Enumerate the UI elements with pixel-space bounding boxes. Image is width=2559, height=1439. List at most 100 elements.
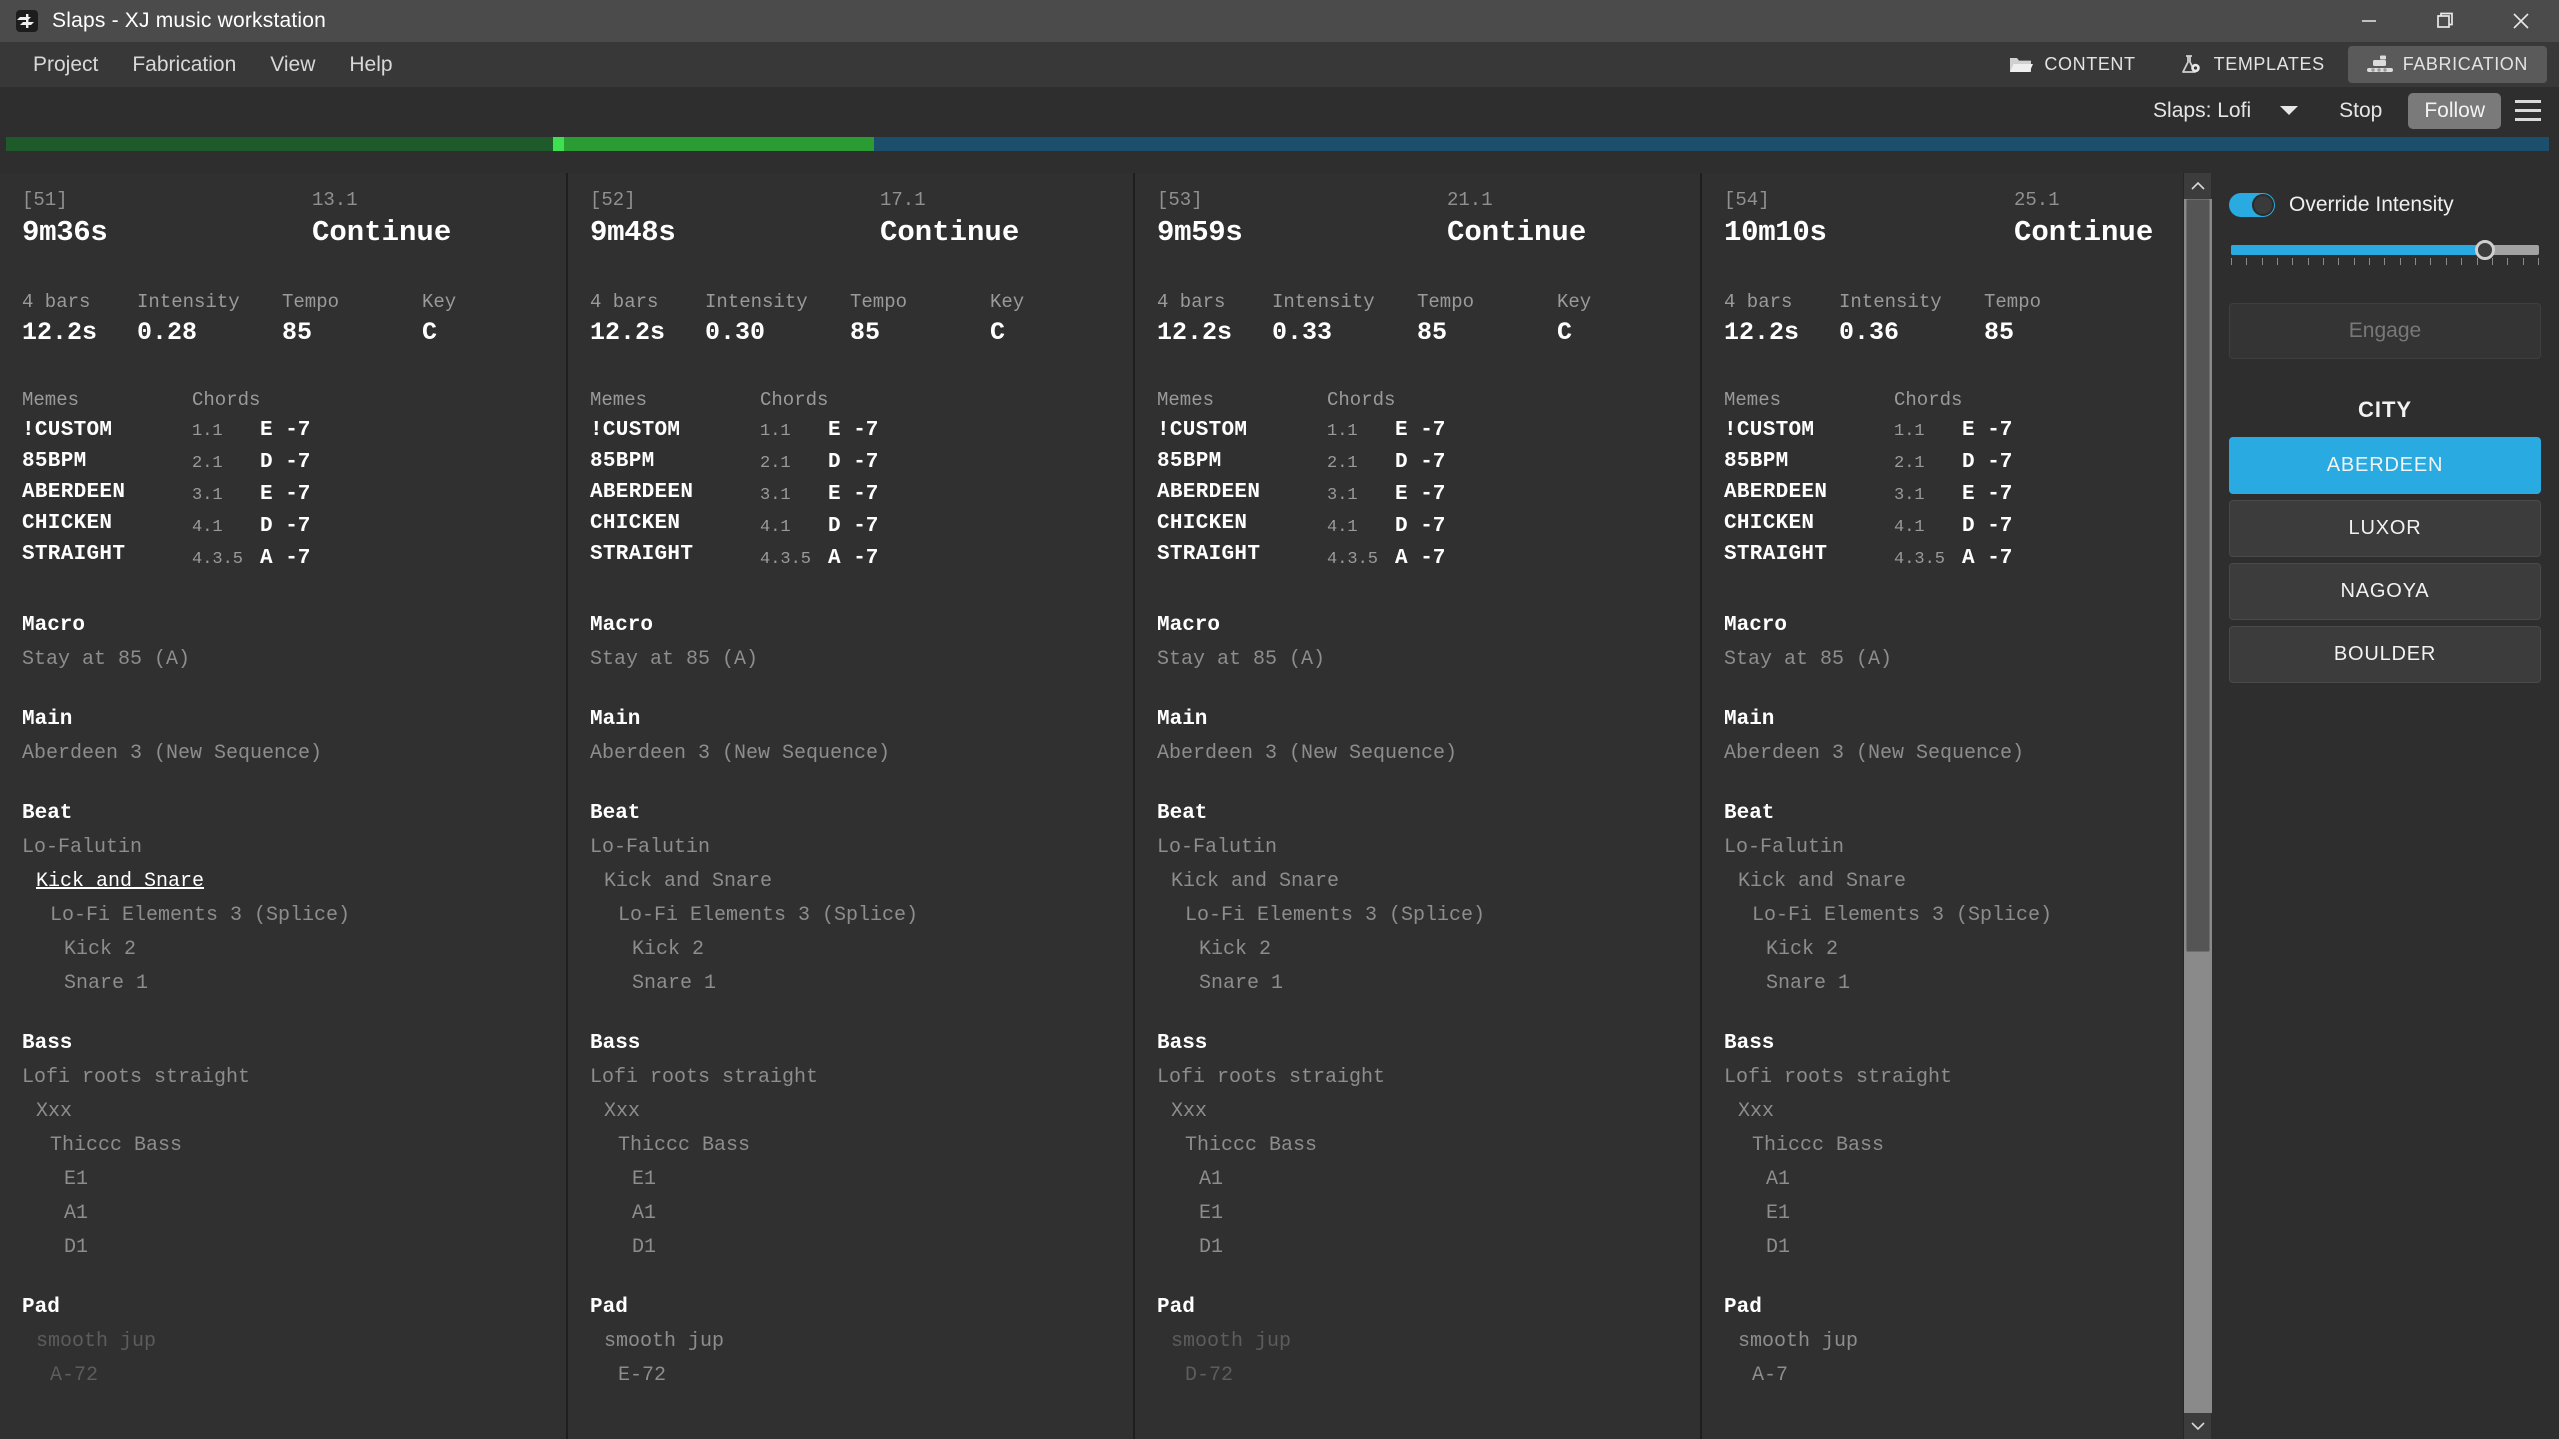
section-line[interactable]: Xxx: [1157, 1095, 1678, 1129]
chevron-down-icon[interactable]: [2184, 1413, 2212, 1439]
meme-item[interactable]: ABERDEEN: [1157, 477, 1327, 508]
timeline-segment-3[interactable]: [874, 137, 2549, 151]
scrollbar-thumb[interactable]: [2186, 199, 2210, 952]
section-line[interactable]: A1: [590, 1197, 1111, 1231]
meme-item[interactable]: !CUSTOM: [1157, 415, 1327, 446]
section-line[interactable]: D-72: [1157, 1359, 1678, 1393]
scrollbar-track[interactable]: [2184, 199, 2212, 1413]
intensity-slider[interactable]: [2229, 237, 2541, 271]
meme-item[interactable]: STRAIGHT: [22, 539, 192, 570]
project-selector-label[interactable]: Slaps: Lofi: [2153, 99, 2251, 123]
segment-card[interactable]: [54] 10m10s 25.1 Continue 4 bars 12.2s I…: [1701, 173, 2183, 1439]
section-line[interactable]: A-7: [1724, 1359, 2183, 1393]
city-button-nagoya[interactable]: NAGOYA: [2229, 563, 2541, 620]
vertical-scrollbar[interactable]: [2183, 173, 2212, 1439]
timeline-segment-2[interactable]: [564, 137, 875, 151]
meme-item[interactable]: 85BPM: [1724, 446, 1894, 477]
section-line[interactable]: D1: [22, 1231, 544, 1265]
section-line[interactable]: Stay at 85 (A): [22, 643, 544, 677]
section-line[interactable]: Lofi roots straight: [590, 1061, 1111, 1095]
meme-item[interactable]: !CUSTOM: [590, 415, 760, 446]
section-line[interactable]: Stay at 85 (A): [590, 643, 1111, 677]
section-line[interactable]: E1: [22, 1163, 544, 1197]
section-line[interactable]: Kick and Snare: [590, 865, 1111, 899]
section-line[interactable]: Xxx: [590, 1095, 1111, 1129]
tab-templates[interactable]: TEMPLATES: [2159, 46, 2344, 83]
menu-help[interactable]: Help: [332, 42, 409, 87]
meme-item[interactable]: CHICKEN: [22, 508, 192, 539]
section-line[interactable]: Lo-Falutin: [22, 831, 544, 865]
meme-item[interactable]: STRAIGHT: [1724, 539, 1894, 570]
section-line[interactable]: Kick 2: [1157, 933, 1678, 967]
section-line[interactable]: Thiccc Bass: [22, 1129, 544, 1163]
meme-item[interactable]: STRAIGHT: [590, 539, 760, 570]
city-button-boulder[interactable]: BOULDER: [2229, 626, 2541, 683]
follow-button[interactable]: Follow: [2408, 92, 2501, 129]
section-line[interactable]: A1: [1724, 1163, 2183, 1197]
section-line[interactable]: Lo-Falutin: [590, 831, 1111, 865]
section-line[interactable]: Lo-Fi Elements 3 (Splice): [22, 899, 544, 933]
section-line[interactable]: Lo-Fi Elements 3 (Splice): [1157, 899, 1678, 933]
section-line[interactable]: Lofi roots straight: [22, 1061, 544, 1095]
section-line[interactable]: Snare 1: [1724, 967, 2183, 1001]
section-line[interactable]: Stay at 85 (A): [1157, 643, 1678, 677]
override-intensity-toggle[interactable]: [2229, 193, 2275, 217]
meme-item[interactable]: STRAIGHT: [1157, 539, 1327, 570]
hamburger-icon[interactable]: [2507, 90, 2549, 132]
section-line[interactable]: Kick 2: [1724, 933, 2183, 967]
section-line[interactable]: E1: [1724, 1197, 2183, 1231]
chevron-up-icon[interactable]: [2184, 173, 2212, 199]
section-line[interactable]: Snare 1: [590, 967, 1111, 1001]
timeline-segment-1[interactable]: [552, 137, 565, 151]
section-line[interactable]: Snare 1: [22, 967, 544, 1001]
timeline-segment-0[interactable]: [6, 137, 553, 151]
engage-button[interactable]: Engage: [2229, 303, 2541, 359]
chevron-down-icon[interactable]: [2269, 93, 2309, 129]
section-line[interactable]: E1: [1157, 1197, 1678, 1231]
section-line[interactable]: Thiccc Bass: [1157, 1129, 1678, 1163]
section-line[interactable]: Aberdeen 3 (New Sequence): [590, 737, 1111, 771]
section-line[interactable]: Aberdeen 3 (New Sequence): [1724, 737, 2183, 771]
close-icon[interactable]: [2483, 0, 2559, 42]
meme-item[interactable]: ABERDEEN: [590, 477, 760, 508]
city-button-luxor[interactable]: LUXOR: [2229, 500, 2541, 557]
segment-card[interactable]: [51] 9m36s 13.1 Continue 4 bars 12.2s In…: [0, 173, 567, 1439]
section-line[interactable]: D1: [1724, 1231, 2183, 1265]
section-line[interactable]: Lo-Falutin: [1724, 831, 2183, 865]
section-line[interactable]: Thiccc Bass: [1724, 1129, 2183, 1163]
menu-fabrication[interactable]: Fabrication: [115, 42, 253, 87]
meme-item[interactable]: ABERDEEN: [22, 477, 192, 508]
slider-knob[interactable]: [2474, 240, 2495, 260]
section-line[interactable]: E1: [590, 1163, 1111, 1197]
menu-view[interactable]: View: [253, 42, 332, 87]
menu-project[interactable]: Project: [16, 42, 115, 87]
meme-item[interactable]: 85BPM: [590, 446, 760, 477]
section-line[interactable]: Lo-Fi Elements 3 (Splice): [1724, 899, 2183, 933]
meme-item[interactable]: 85BPM: [22, 446, 192, 477]
city-button-aberdeen[interactable]: ABERDEEN: [2229, 437, 2541, 494]
section-line[interactable]: A-72: [22, 1359, 544, 1393]
tab-fabrication[interactable]: FABRICATION: [2347, 46, 2547, 83]
section-line[interactable]: Kick and Snare: [1157, 865, 1678, 899]
minimize-icon[interactable]: [2331, 0, 2407, 42]
section-line[interactable]: Aberdeen 3 (New Sequence): [22, 737, 544, 771]
section-line[interactable]: Lo-Fi Elements 3 (Splice): [590, 899, 1111, 933]
tab-content[interactable]: CONTENT: [1989, 46, 2154, 83]
meme-item[interactable]: CHICKEN: [1724, 508, 1894, 539]
section-line[interactable]: Xxx: [1724, 1095, 2183, 1129]
section-line[interactable]: D1: [1157, 1231, 1678, 1265]
section-line[interactable]: A1: [22, 1197, 544, 1231]
section-line[interactable]: Lofi roots straight: [1724, 1061, 2183, 1095]
section-line[interactable]: smooth jup: [1724, 1325, 2183, 1359]
section-line[interactable]: D1: [590, 1231, 1111, 1265]
section-line[interactable]: Kick 2: [590, 933, 1111, 967]
maximize-icon[interactable]: [2407, 0, 2483, 42]
meme-item[interactable]: 85BPM: [1157, 446, 1327, 477]
meme-item[interactable]: CHICKEN: [590, 508, 760, 539]
segment-card[interactable]: [52] 9m48s 17.1 Continue 4 bars 12.2s In…: [567, 173, 1134, 1439]
section-line[interactable]: Snare 1: [1157, 967, 1678, 1001]
timeline-track[interactable]: [6, 137, 2549, 151]
section-line[interactable]: Stay at 85 (A): [1724, 643, 2183, 677]
meme-item[interactable]: ABERDEEN: [1724, 477, 1894, 508]
section-line[interactable]: E-72: [590, 1359, 1111, 1393]
